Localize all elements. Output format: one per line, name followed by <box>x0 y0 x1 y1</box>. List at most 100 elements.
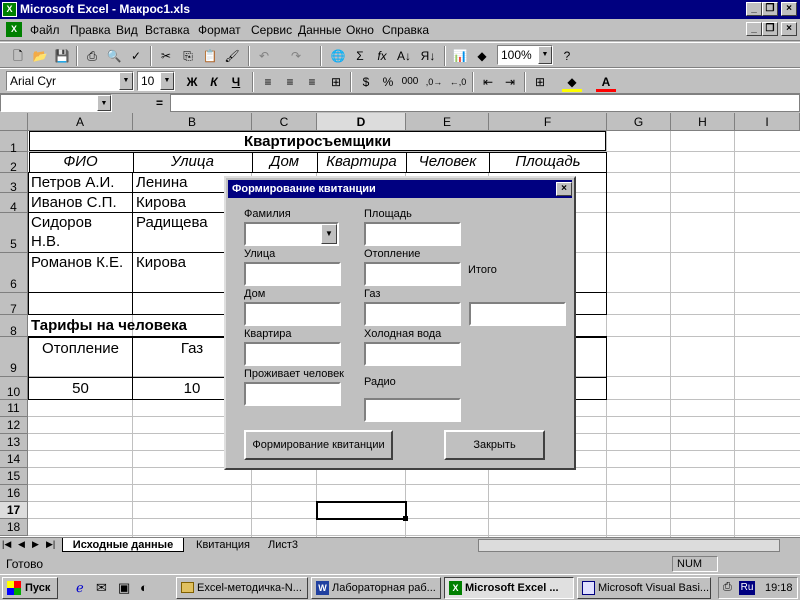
close-dialog-button[interactable]: Закрыть <box>444 430 545 460</box>
tariff-value-heating[interactable]: 50 <box>29 379 132 399</box>
chevron-down-icon[interactable]: ▼ <box>321 224 337 244</box>
chevron-down-icon[interactable]: ▼ <box>160 72 174 90</box>
cell-name[interactable]: Петров А.И. <box>31 173 131 192</box>
row-header[interactable]: 7 <box>0 293 28 316</box>
total-field[interactable] <box>469 302 566 326</box>
font-combo[interactable]: Arial Cyr ▼ <box>6 71 134 91</box>
ie-icon[interactable]: ℯ <box>76 580 84 596</box>
street-field[interactable] <box>244 262 341 286</box>
cell-name-line2[interactable]: Н.В. <box>31 232 131 251</box>
menu-edit[interactable]: Правка <box>70 23 111 37</box>
redo-icon[interactable]: ↷ <box>286 46 306 66</box>
last-sheet-icon[interactable]: ▶| <box>46 539 55 550</box>
cell-name[interactable]: Романов К.Е. <box>31 253 131 272</box>
col-header-i[interactable]: I <box>735 113 800 131</box>
percent-icon[interactable]: % <box>378 72 398 92</box>
menu-data[interactable]: Данные <box>298 23 341 37</box>
row-header[interactable]: 2 <box>0 152 28 174</box>
col-header-b[interactable]: B <box>133 113 252 131</box>
menu-insert[interactable]: Вставка <box>145 23 190 37</box>
menu-window[interactable]: Окно <box>346 23 374 37</box>
align-right-icon[interactable]: ≡ <box>302 72 322 92</box>
sheet-tab-list3[interactable]: Лист3 <box>260 538 306 552</box>
drawing-icon[interactable]: ◆ <box>472 46 492 66</box>
cold-water-field[interactable] <box>364 342 461 366</box>
gas-field[interactable] <box>364 302 461 326</box>
underline-icon[interactable]: Ч <box>226 72 246 92</box>
prev-sheet-icon[interactable]: ◀ <box>18 539 25 550</box>
col-header-a[interactable]: A <box>28 113 133 131</box>
house-field[interactable] <box>244 302 341 326</box>
paste-icon[interactable]: 📋 <box>200 46 220 66</box>
open-icon[interactable]: 📂 <box>30 46 50 66</box>
minimize-button[interactable]: _ <box>746 2 762 16</box>
row-header[interactable]: 9 <box>0 337 28 377</box>
col-header-e[interactable]: E <box>406 113 489 131</box>
row-header[interactable]: 10 <box>0 377 28 400</box>
bold-icon[interactable]: Ж <box>182 72 202 92</box>
function-icon[interactable]: fx <box>372 46 392 66</box>
menu-help[interactable]: Справка <box>382 23 429 37</box>
formula-input[interactable] <box>170 94 800 112</box>
borders-icon[interactable]: ⊞ <box>530 72 550 92</box>
name-box[interactable]: ▼ <box>0 94 112 112</box>
equals-sign[interactable]: = <box>156 96 163 110</box>
language-indicator[interactable]: Ru <box>739 581 755 595</box>
outlook-icon[interactable]: ✉ <box>96 580 107 596</box>
printer-icon[interactable]: ⎙ <box>723 581 732 594</box>
col-header-d[interactable]: D <box>317 113 406 131</box>
next-sheet-icon[interactable]: ▶ <box>32 539 39 550</box>
row-header[interactable]: 1 <box>0 131 28 155</box>
surname-combobox[interactable]: ▼ <box>244 222 339 246</box>
row-header[interactable]: 3 <box>0 173 28 194</box>
chevron-down-icon[interactable]: ▼ <box>97 95 111 111</box>
close-button[interactable]: × <box>781 2 797 16</box>
tariff-label-heating[interactable]: Отопление <box>29 339 132 359</box>
menu-format[interactable]: Формат <box>198 23 241 37</box>
help-icon[interactable]: ? <box>557 46 577 66</box>
task-excel-methodic[interactable]: Excel-методичка-N... <box>176 577 308 599</box>
task-excel[interactable]: X Microsoft Excel ... <box>444 577 574 599</box>
sort-descending-icon[interactable]: Я↓ <box>418 46 438 66</box>
col-header-f[interactable]: F <box>489 113 607 131</box>
cut-icon[interactable]: ✂ <box>156 46 176 66</box>
row-header[interactable]: 11 <box>0 400 28 417</box>
active-cell-cursor[interactable] <box>316 501 407 520</box>
form-receipt-button[interactable]: Формирование квитанции <box>244 430 393 460</box>
row-header[interactable]: 14 <box>0 451 28 468</box>
row-header[interactable]: 17 <box>0 502 28 519</box>
fill-handle[interactable] <box>403 516 408 521</box>
cell-name-line1[interactable]: Сидоров <box>31 213 131 232</box>
task-lab-work[interactable]: W Лабораторная раб... <box>311 577 441 599</box>
chevron-down-icon[interactable]: ▼ <box>538 46 552 64</box>
font-color-icon[interactable]: A <box>596 72 616 92</box>
hyperlink-icon[interactable]: 🌐 <box>328 46 348 66</box>
sort-ascending-icon[interactable]: A↓ <box>394 46 414 66</box>
decrease-indent-icon[interactable]: ⇤ <box>478 72 498 92</box>
select-all-corner[interactable] <box>0 113 28 131</box>
desktop-icon[interactable]: ▣ <box>118 580 130 596</box>
cell-name[interactable]: Иванов С.П. <box>31 193 131 212</box>
row-header[interactable]: 12 <box>0 417 28 434</box>
doc-minimize-button[interactable]: _ <box>746 22 762 36</box>
start-button[interactable]: Пуск <box>2 577 58 599</box>
zoom-combo[interactable]: 100% ▼ <box>497 45 553 65</box>
doc-restore-button[interactable]: ❐ <box>762 22 778 36</box>
row-header[interactable]: 5 <box>0 213 28 253</box>
new-icon[interactable]: 🗋 <box>8 46 28 66</box>
heating-field[interactable] <box>364 262 461 286</box>
merge-center-icon[interactable]: ⊞ <box>326 72 346 92</box>
channels-icon[interactable]: ◐ <box>140 580 148 595</box>
comma-style-icon[interactable]: 000 <box>400 72 420 92</box>
row-header[interactable]: 4 <box>0 193 28 214</box>
row-header[interactable]: 6 <box>0 253 28 293</box>
row-header[interactable]: 16 <box>0 485 28 502</box>
col-header-g[interactable]: G <box>607 113 671 131</box>
excel-app-icon[interactable]: X <box>2 2 17 17</box>
print-icon[interactable]: ⎙ <box>82 46 102 66</box>
col-header-h[interactable]: H <box>671 113 735 131</box>
row-header[interactable]: 8 <box>0 315 28 338</box>
row-header[interactable]: 15 <box>0 468 28 485</box>
currency-icon[interactable]: $ <box>356 72 376 92</box>
row-header[interactable]: 13 <box>0 434 28 451</box>
